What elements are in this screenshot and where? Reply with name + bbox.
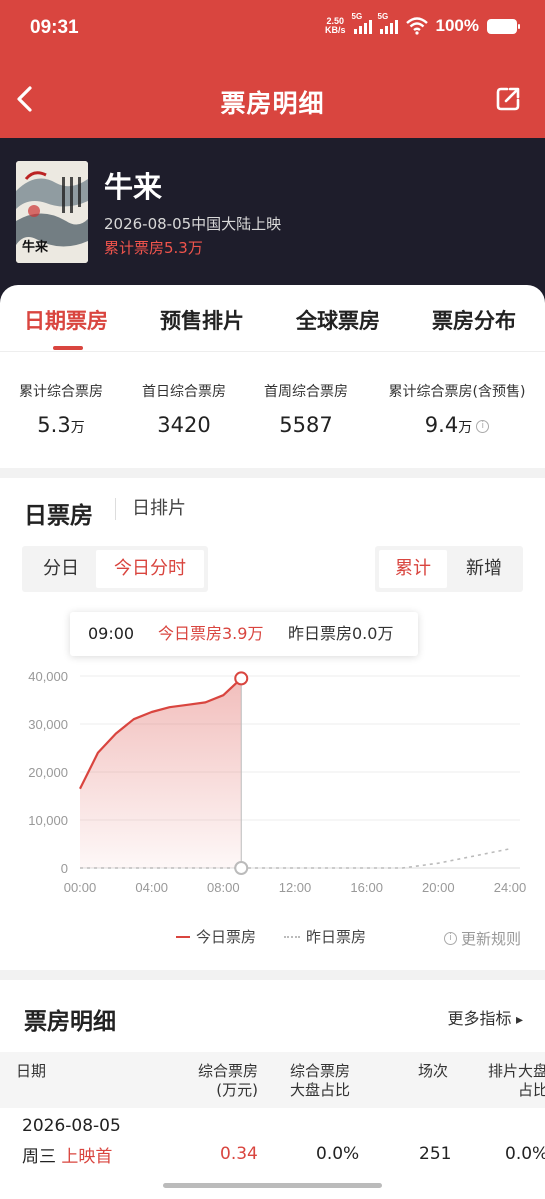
more-metrics-button[interactable]: 更多指标 — [448, 1005, 524, 1029]
status-icons: 2.50 KB/s 5G 5G 100% — [325, 12, 520, 36]
page-title: 票房明细 — [220, 89, 325, 118]
mode-toggle: 累计 新增 — [375, 546, 523, 592]
x-tick-label: 00:00 — [64, 880, 97, 895]
total-box-office: 累计票房5.3万 — [104, 239, 203, 257]
status-bar: 09:31 2.50 KB/s 5G 5G 100% — [0, 0, 545, 60]
x-tick-label: 12:00 — [279, 880, 312, 895]
tab-active-indicator — [53, 346, 83, 350]
tab-presale-schedule[interactable]: 预售排片 — [160, 305, 244, 335]
daily-box-office-panel: 日票房 日排片 分日 今日分时 累计 新增 09:00 今日票房3.9万 昨日票… — [0, 478, 545, 970]
movie-poster[interactable]: 牛来 — [16, 161, 88, 263]
table-header: 日期 综合票房 (万元) 综合票房 大盘占比 场次 排片大盘 占比 — [0, 1052, 545, 1108]
battery-icon — [487, 18, 520, 34]
row-box-office: 0.34 — [220, 1144, 258, 1164]
x-tick-label: 04:00 — [135, 880, 168, 895]
x-tick-label: 08:00 — [207, 880, 240, 895]
row-schedule-share: 0.0% — [505, 1144, 545, 1164]
x-tick-label: 16:00 — [350, 880, 383, 895]
detail-title: 票房明细 — [24, 1009, 116, 1035]
network-speed: 2.50 KB/s — [325, 16, 346, 35]
summary-panel: 日期票房 预售排片 全球票房 票房分布 累计综合票房 5.3万 首日综合票房 3… — [0, 285, 545, 468]
row-market-share: 0.0% — [316, 1144, 360, 1164]
y-tick-label: 10,000 — [28, 813, 68, 828]
update-rules-link[interactable]: i 更新规则 — [443, 928, 521, 949]
info-icon[interactable]: i — [476, 419, 490, 433]
stat-first-week: 首周综合票房 5587 — [264, 384, 348, 437]
range-toggle: 分日 今日分时 — [22, 546, 208, 592]
column-header-schedule-share: 排片大盘 占比 — [487, 1062, 545, 1099]
info-icon: i — [443, 932, 457, 945]
battery-percent: 100% — [435, 16, 479, 35]
today-point — [234, 671, 249, 686]
x-tick-label: 24:00 — [494, 880, 527, 895]
yesterday-point — [234, 861, 249, 875]
home-indicator[interactable] — [163, 1183, 382, 1188]
legend-line-icon — [176, 935, 190, 938]
y-tick-label: 40,000 — [28, 669, 68, 684]
y-tick-label: 20,000 — [28, 765, 68, 780]
section-title: 日票房 — [24, 503, 93, 529]
y-tick-label: 30,000 — [28, 717, 68, 732]
column-header-shows: 场次 — [418, 1062, 449, 1080]
wifi-icon — [405, 17, 428, 35]
divider — [0, 351, 545, 352]
column-header-box-office: 综合票房 (万元) — [197, 1062, 258, 1099]
toggle-increment[interactable]: 新增 — [449, 550, 519, 588]
stat-cumulative-with-presale: 累计综合票房(含预售) 9.4万 i — [388, 384, 526, 437]
row-shows: 251 — [419, 1144, 452, 1164]
legend-today: 今日票房 — [176, 926, 256, 947]
tab-global-box-office[interactable]: 全球票房 — [296, 305, 380, 335]
row-date: 2026-08-05 — [22, 1116, 121, 1136]
stat-cumulative: 累计综合票房 5.3万 — [19, 384, 103, 437]
movie-title: 牛来 — [104, 170, 163, 204]
column-header-market-share: 综合票房 大盘占比 — [290, 1062, 351, 1099]
x-tick-label: 20:00 — [422, 880, 455, 895]
poster-image: 牛来 — [16, 161, 88, 263]
svg-text:牛来: 牛来 — [22, 239, 49, 255]
legend-yesterday: 昨日票房 — [284, 926, 366, 947]
tab-daily-box-office[interactable]: 日期票房 — [24, 305, 108, 335]
stat-first-day: 首日综合票房 3420 — [142, 384, 226, 437]
toggle-today-hourly[interactable]: 今日分时 — [96, 550, 204, 588]
movie-header: 牛来 牛来 2026-08-05中国大陆上映 累计票房5.3万 — [0, 138, 545, 303]
table-row[interactable]: 2026-08-05 周三 上映首 0.34 0.0% 251 0.0% — [0, 1108, 545, 1173]
nav-bar: 票房明细 — [0, 60, 545, 138]
row-weekday: 周三 上映首 — [22, 1147, 113, 1167]
release-date: 2026-08-05中国大陆上映 — [104, 215, 282, 233]
y-tick-label: 0 — [61, 861, 68, 876]
box-office-chart[interactable]: 40,000 30,000 20,000 10,000 0 00:00 04:00 08:00… — [0, 658, 545, 898]
today-area — [80, 678, 242, 868]
tab-box-office-distribution[interactable]: 票房分布 — [432, 305, 516, 335]
tab-daily-schedule[interactable]: 日排片 — [115, 498, 186, 520]
column-header-date: 日期 — [16, 1062, 47, 1080]
tab-bar: 日期票房 预售排片 全球票房 票房分布 — [0, 285, 545, 351]
status-time: 09:31 — [30, 17, 79, 38]
signal-icon: 5G — [352, 12, 372, 34]
legend-dashed-line-icon — [284, 935, 300, 938]
signal-icon: 5G — [378, 12, 398, 34]
toggle-cumulative[interactable]: 累计 — [379, 550, 447, 588]
chart-tooltip: 09:00 今日票房3.9万 昨日票房0.0万 — [70, 612, 418, 656]
box-office-detail-panel: 票房明细 更多指标 日期 综合票房(万元) 综合票房大盘占比 场次 排片大盘占比… — [0, 980, 545, 1199]
toggle-by-day[interactable]: 分日 — [26, 550, 96, 588]
share-button[interactable] — [495, 86, 521, 112]
